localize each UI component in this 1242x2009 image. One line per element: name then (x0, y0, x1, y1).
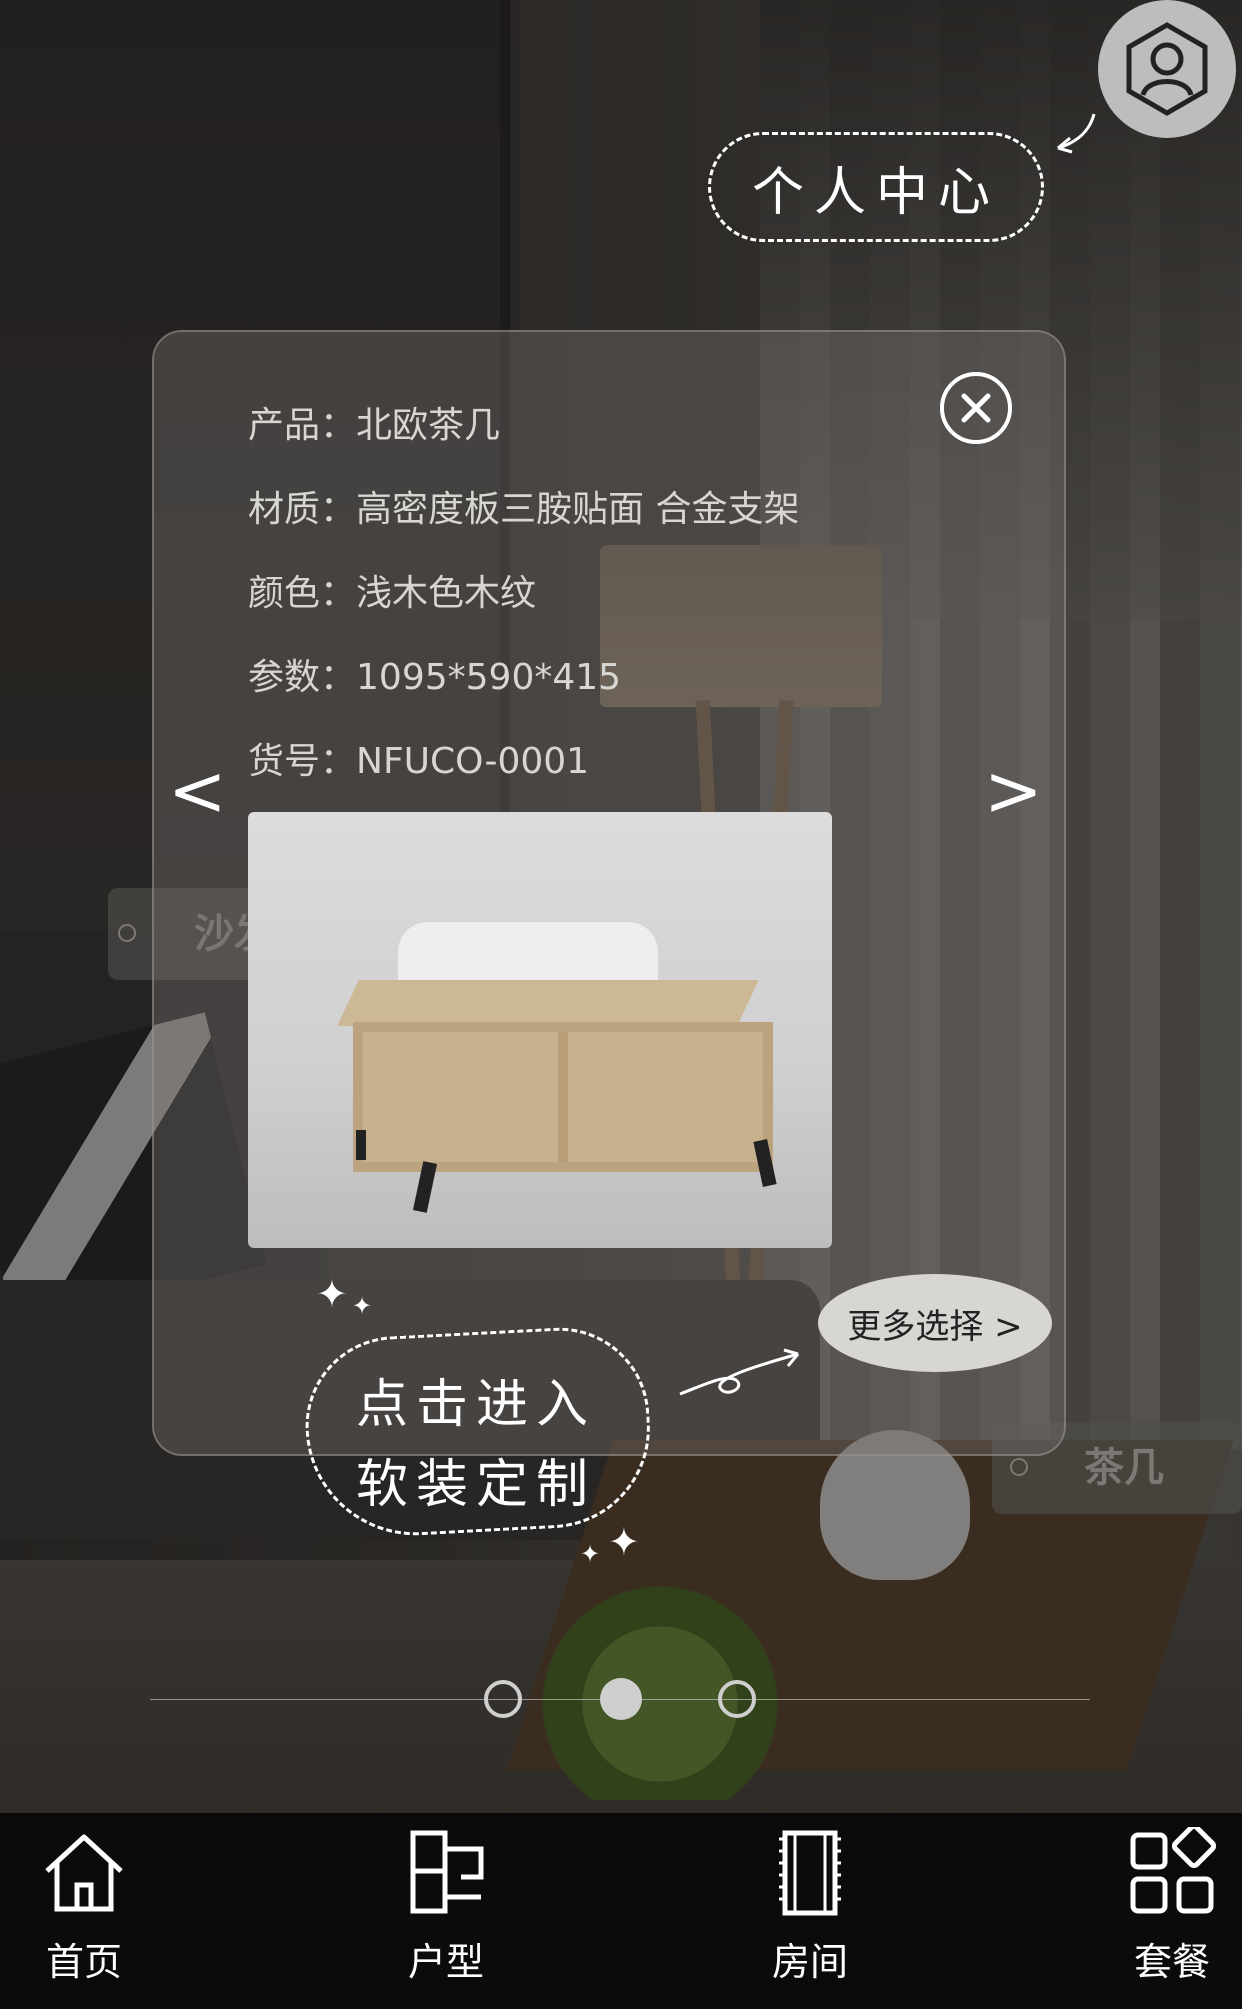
nav-item-floorplan-label: 户型 (407, 1940, 484, 1984)
bottom-navigation-bar: 首页 户型 房间 套餐 (0, 1813, 1242, 2009)
nav-item-room[interactable]: 房间 (730, 1813, 880, 2009)
profile-callout[interactable]: 个人中心 (708, 132, 1044, 242)
product-sku-line: 货号：NFUCO-0001 (248, 741, 590, 782)
enter-customization-callout[interactable]: 点击进入 软装定制 (301, 1323, 655, 1541)
scene-tag-table-label: 茶几 (1084, 1445, 1164, 1491)
close-icon (961, 393, 991, 423)
tag-dot-icon (118, 924, 136, 942)
curved-arrow-icon (1057, 113, 1096, 154)
next-product-button[interactable]: > (984, 750, 1043, 832)
product-name-line: 产品：北欧茶几 (248, 405, 501, 446)
room-icon (779, 1830, 841, 1916)
product-dimensions-line: 参数：1095*590*415 (248, 657, 622, 698)
tag-dot-icon (1010, 1458, 1028, 1476)
nav-item-home-label: 首页 (45, 1940, 122, 1984)
floorplan-icon (410, 1830, 484, 1914)
prev-product-button[interactable]: < (168, 750, 227, 832)
enter-callout-line1: 点击进入 (356, 1375, 597, 1435)
product-image (248, 812, 832, 1248)
pager-dot-3[interactable] (718, 1680, 756, 1718)
enter-callout-line2: 软装定制 (356, 1455, 597, 1515)
squiggle-arrow-icon (679, 1348, 800, 1396)
nav-item-home[interactable]: 首页 (4, 1813, 154, 2009)
pager-dot-1[interactable] (484, 1680, 522, 1718)
sparkle-icon: ✦ (352, 1292, 373, 1320)
nav-item-room-label: 房间 (771, 1940, 848, 1984)
home-icon (45, 1834, 123, 1912)
more-options-button[interactable]: 更多选择 > (818, 1274, 1052, 1372)
sparkle-icon: ✦ (316, 1272, 348, 1316)
user-icon (1126, 22, 1208, 116)
close-button[interactable] (940, 372, 1012, 444)
nav-item-package-label: 套餐 (1133, 1940, 1210, 1984)
profile-callout-text: 个人中心 (751, 162, 1000, 223)
pager-dot-2-active[interactable] (600, 1678, 642, 1720)
nav-item-package[interactable]: 套餐 (1092, 1813, 1242, 2009)
product-material-line: 材质：高密度板三胺贴面 合金支架 (248, 489, 800, 530)
profile-button[interactable] (1098, 0, 1236, 138)
product-color-line: 颜色：浅木色木纹 (248, 573, 537, 614)
nav-item-floorplan[interactable]: 户型 (366, 1813, 516, 2009)
sparkle-icon: ✦ (580, 1540, 601, 1568)
package-icon (1130, 1827, 1217, 1914)
